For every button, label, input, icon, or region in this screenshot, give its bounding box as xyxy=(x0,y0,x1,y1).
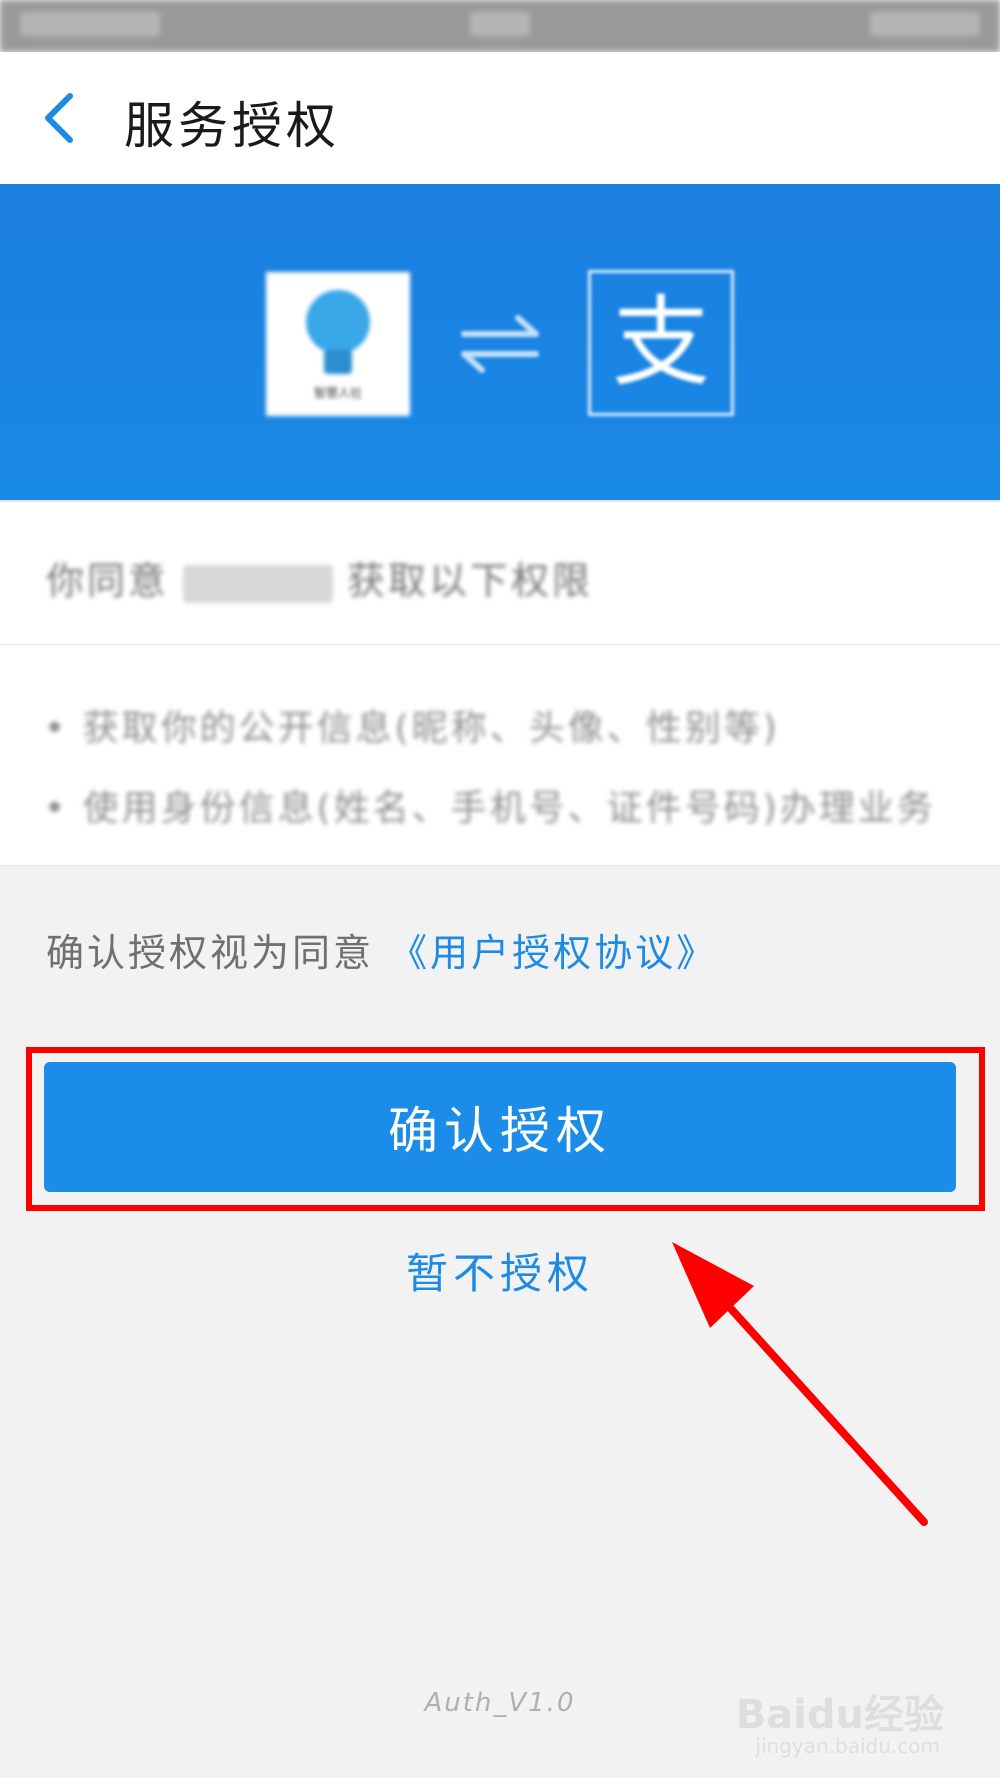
watermark-sub: jingyan.baidu.com xyxy=(755,1734,940,1758)
status-indicators xyxy=(870,12,980,36)
lightbulb-base xyxy=(324,350,352,374)
consent-title: 你同意 获取以下权限 xyxy=(46,550,593,605)
watermark-main: Baidu经验 xyxy=(735,1692,944,1738)
app-logo: 智慧人社 xyxy=(266,272,410,416)
permission-item: • 获取你的公开信息(昵称、头像、性别等) xyxy=(44,708,780,749)
page-header: 服务授权 xyxy=(0,52,1000,184)
auth-banner: 智慧人社 支 xyxy=(0,184,1000,500)
alipay-logo: 支 xyxy=(588,270,734,416)
red-arrow-annotation xyxy=(672,1242,928,1526)
baidu-watermark: Baidu经验 jingyan.baidu.com xyxy=(736,1682,944,1768)
auth-screen: 服务授权 智慧人社 支 你同意 获取以下权限 • 获取你的公开信息(昵称、头像、性… xyxy=(0,0,1000,1778)
app-logo-label: 智慧人社 xyxy=(313,386,362,400)
confirm-authorize-button[interactable]: 确认授权 xyxy=(44,1062,956,1192)
agreement-text: 确认授权视为同意 xyxy=(46,931,375,975)
consent-header: 你同意 获取以下权限 xyxy=(0,500,1000,644)
consent-title-prefix: 你同意 xyxy=(46,559,170,603)
status-bar xyxy=(0,0,1000,52)
permission-list: • 获取你的公开信息(昵称、头像、性别等) • 使用身份信息(姓名、手机号、证件… xyxy=(0,644,1000,866)
alipay-logo-char: 支 xyxy=(611,286,710,400)
lightbulb-icon xyxy=(306,290,370,354)
permission-item: • 使用身份信息(姓名、手机号、证件号码)办理业务 xyxy=(44,788,936,829)
status-carrier xyxy=(20,12,160,36)
blurred-app-name xyxy=(183,564,334,603)
status-time xyxy=(470,12,530,36)
page-title: 服务授权 xyxy=(124,97,340,155)
agreement-line: 确认授权视为同意 《用户授权协议》 xyxy=(46,922,717,977)
chevron-left-icon[interactable] xyxy=(40,90,80,146)
exchange-arrows-icon xyxy=(461,315,539,373)
consent-title-suffix: 获取以下权限 xyxy=(347,559,594,603)
user-agreement-link[interactable]: 《用户授权协议》 xyxy=(389,931,717,975)
